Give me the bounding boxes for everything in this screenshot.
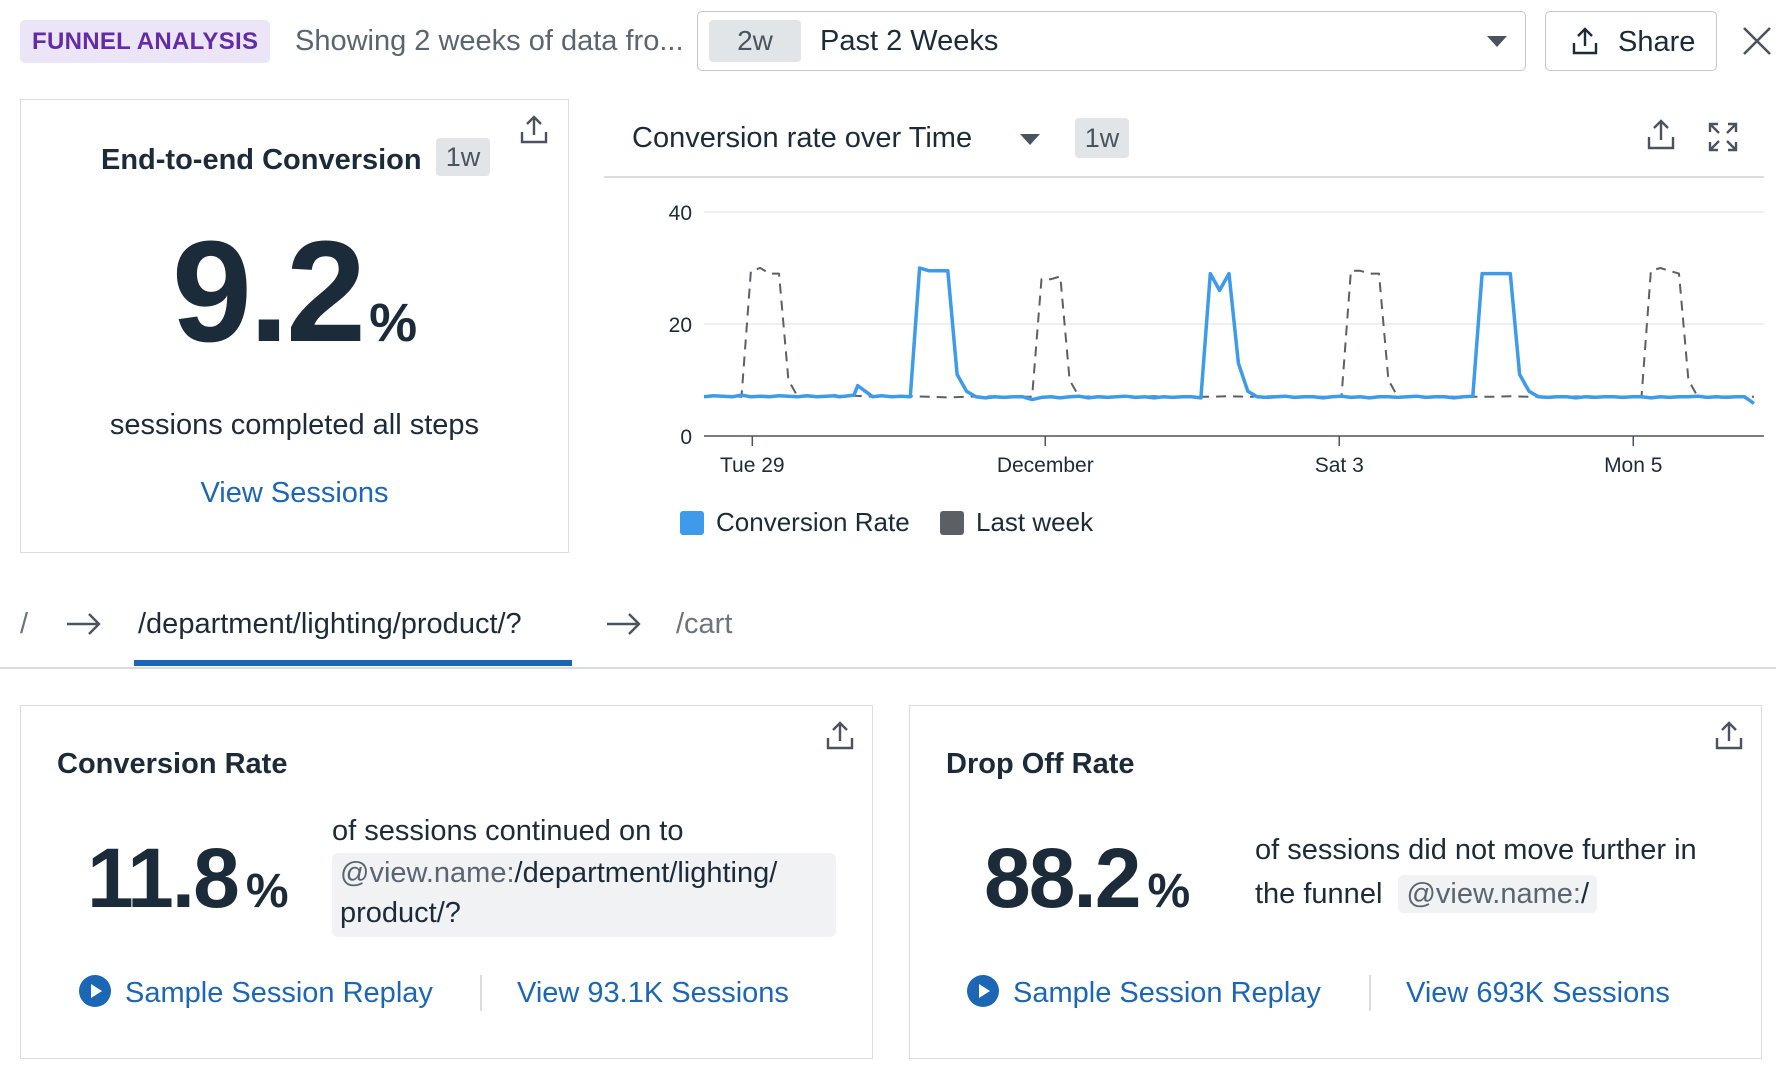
drop-off-description-cont: the funnel @view.name:/ (1255, 873, 1598, 915)
drop-off-rate-card: Drop Off Rate 88.2% of sessions did not … (909, 705, 1762, 1059)
chart-timeframe-chip: 1w (1075, 118, 1129, 158)
funnel-step-2[interactable]: /department/lighting/product/? (138, 604, 522, 644)
conversion-rate-card: Conversion Rate 11.8% of sessions contin… (20, 705, 873, 1059)
share-label: Share (1618, 26, 1696, 58)
drop-off-rate-value: 88.2% (984, 828, 1190, 942)
description-text: the funnel (1255, 878, 1383, 910)
legend-swatch (680, 511, 704, 535)
card-title: Conversion Rate (57, 748, 288, 780)
close-icon[interactable] (1738, 22, 1776, 60)
arrow-right-icon (67, 613, 101, 635)
y-tick-label: 0 (680, 426, 692, 449)
legend-item-conversion-rate[interactable]: Conversion Rate (680, 502, 910, 542)
card-title: Drop Off Rate (946, 748, 1135, 780)
end-to-end-conversion-card: End-to-end Conversion 1w 9.2% sessions c… (20, 99, 569, 553)
value-number: 88.2 (984, 831, 1141, 925)
chart-header-divider (604, 176, 1764, 178)
card-subtitle: sessions completed all steps (109, 409, 480, 441)
play-icon (967, 975, 999, 1007)
timeframe-picker[interactable]: 2w Past 2 Weeks (697, 11, 1526, 71)
steps-divider (0, 667, 1776, 669)
conversion-rate-chart: 0 20 40 Tue 29 December Sat 3 Mon 5 (669, 202, 1764, 477)
funnel-steps: / /department/lighting/product/? /cart (20, 604, 920, 664)
tag-value-cont: product/? (340, 897, 461, 929)
x-tick-label: Mon 5 (1604, 454, 1662, 477)
view-name-tag: @view.name:/ (1398, 875, 1598, 913)
value-number: 11.8 (87, 831, 240, 925)
view-sessions-link[interactable]: View Sessions (21, 473, 568, 513)
replay-label: Sample Session Replay (125, 977, 433, 1009)
series-line-conversion-rate (703, 266, 1756, 405)
caret-down-icon (1487, 36, 1507, 47)
share-icon (1572, 27, 1598, 55)
conversion-description: of sessions continued on to (332, 815, 684, 847)
funnel-step-3[interactable]: /cart (676, 604, 732, 644)
y-tick-label: 40 (669, 202, 692, 225)
caret-down-icon[interactable] (1020, 134, 1040, 145)
conversion-value: 9.2% (21, 212, 568, 403)
tag-key: @view.name: (340, 857, 515, 889)
sample-session-replay-link[interactable]: Sample Session Replay (967, 973, 1321, 1013)
link-separator (480, 975, 482, 1011)
export-icon[interactable] (518, 114, 550, 146)
chart-title-dropdown[interactable]: Conversion rate over Time (632, 118, 972, 158)
conversion-rate-value: 11.8% (87, 828, 289, 942)
x-tick-label: Sat 3 (1315, 454, 1364, 477)
play-icon (79, 975, 111, 1007)
legend-swatch (940, 511, 964, 535)
timeframe-description: Showing 2 weeks of data fro... (295, 25, 684, 57)
tag-value: / (1580, 878, 1590, 910)
view-sessions-link[interactable]: View 693K Sessions (1406, 973, 1670, 1013)
active-step-indicator (134, 660, 572, 666)
value-unit: % (245, 865, 289, 918)
timeframe-label: Past 2 Weeks (820, 25, 999, 57)
link-separator (1369, 975, 1371, 1011)
expand-icon[interactable] (1707, 121, 1739, 153)
y-tick-label: 20 (669, 314, 692, 337)
view-name-tag: @view.name:/department/lighting/product/… (332, 853, 836, 937)
x-tick-label: Tue 29 (720, 454, 785, 477)
card-title: End-to-end Conversion (101, 144, 422, 176)
export-icon[interactable] (1713, 720, 1745, 752)
sample-session-replay-link[interactable]: Sample Session Replay (79, 973, 433, 1013)
tag-value: /department/lighting/ (514, 857, 778, 889)
export-icon[interactable] (1645, 118, 1677, 152)
arrow-right-icon (607, 613, 641, 635)
timeframe-chip: 1w (436, 138, 490, 176)
funnel-analysis-badge: FUNNEL ANALYSIS (20, 20, 271, 63)
tag-key: @view.name: (1406, 878, 1581, 910)
funnel-step-1[interactable]: / (20, 604, 28, 644)
value-unit: % (1147, 865, 1191, 918)
legend-label: Conversion Rate (716, 507, 910, 537)
timeframe-chip: 2w (709, 20, 801, 62)
export-icon[interactable] (824, 720, 856, 752)
drop-off-description: of sessions did not move further in (1255, 834, 1697, 866)
legend-label: Last week (976, 507, 1094, 537)
value-number: 9.2 (171, 211, 366, 372)
value-unit: % (369, 293, 418, 353)
legend-item-last-week[interactable]: Last week (940, 502, 1093, 542)
replay-label: Sample Session Replay (1013, 977, 1321, 1009)
share-button[interactable]: Share (1545, 11, 1717, 71)
view-sessions-link[interactable]: View 93.1K Sessions (517, 973, 789, 1013)
x-tick-label: December (997, 454, 1094, 477)
